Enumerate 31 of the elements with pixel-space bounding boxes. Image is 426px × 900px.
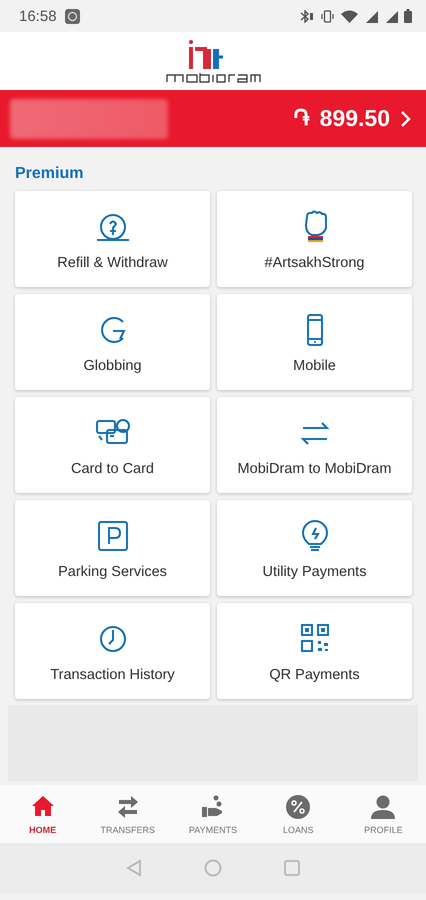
service-tile[interactable]: Mobile bbox=[217, 294, 412, 390]
status-time: 16:58 bbox=[19, 8, 57, 24]
service-tile[interactable]: MobiDram to MobiDram bbox=[217, 397, 412, 493]
back-icon[interactable] bbox=[126, 859, 142, 877]
wifi-icon bbox=[341, 10, 358, 22]
recents-icon[interactable] bbox=[284, 860, 300, 876]
signal-icon bbox=[364, 9, 378, 23]
percent-icon bbox=[285, 794, 312, 820]
service-tile[interactable]: Card to Card bbox=[15, 397, 210, 493]
service-tile[interactable]: Parking Services bbox=[15, 500, 210, 596]
chevron-icon bbox=[400, 110, 412, 128]
screenshot-notification-icon bbox=[64, 8, 80, 24]
balance-button[interactable]: ֏ 899.50 bbox=[294, 105, 412, 132]
home-circle-icon[interactable] bbox=[204, 859, 222, 877]
bluetooth-icon bbox=[300, 10, 314, 22]
nav-tab[interactable]: PAYMENTS bbox=[170, 785, 256, 843]
nav-tab[interactable]: PROFILE bbox=[340, 785, 426, 843]
service-tile[interactable]: Utility Payments bbox=[217, 500, 412, 596]
service-tile[interactable]: QR Payments bbox=[217, 603, 412, 699]
service-tile[interactable]: Transaction History bbox=[15, 603, 210, 699]
signal-icon bbox=[384, 9, 398, 23]
battery-icon bbox=[404, 9, 412, 23]
service-tile[interactable]: #ArtsakhStrong bbox=[217, 191, 412, 287]
vibrate-icon bbox=[320, 10, 335, 22]
section-title: Premium bbox=[14, 164, 84, 184]
nav-tab[interactable]: LOANS bbox=[256, 785, 341, 843]
person-icon bbox=[370, 794, 396, 820]
service-tile[interactable]: Refill & Withdraw bbox=[15, 191, 210, 287]
nav-tab[interactable]: TRANSFERS bbox=[85, 785, 170, 843]
nav-tab[interactable]: HOME bbox=[0, 785, 86, 843]
service-tile[interactable]: Globbing bbox=[15, 294, 210, 390]
